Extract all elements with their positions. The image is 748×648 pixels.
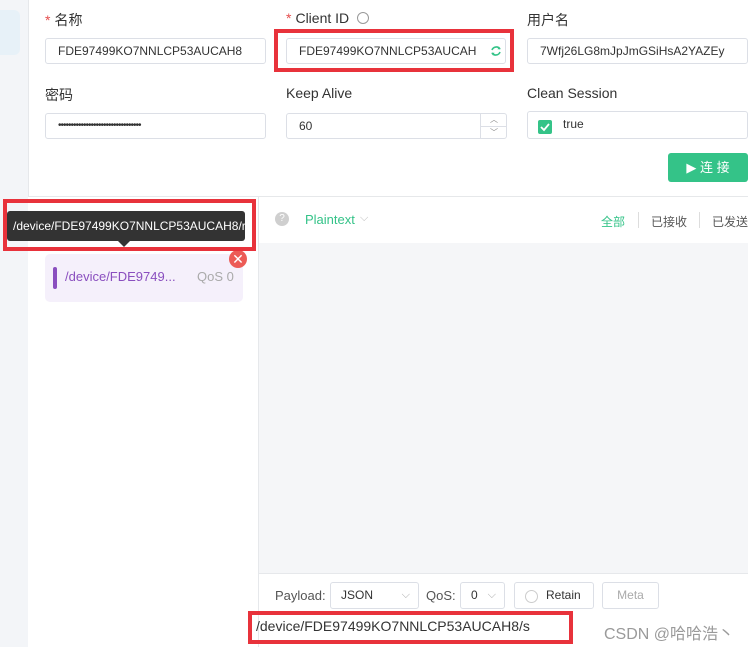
required-mark: * [286,10,292,26]
filter-sent[interactable]: 已发送 [712,213,748,230]
filter-divider [638,212,639,228]
chevron-down-icon[interactable]: ⌵ [360,212,368,225]
password-label: 密码 [45,87,73,103]
filter-all[interactable]: 全部 [601,213,625,230]
username-input[interactable]: 7Wfj26LG8mJpJmGSiHsA2YAZEy [527,38,748,64]
qos-label: QoS: [426,588,456,603]
clean-session-checkbox[interactable] [538,120,552,134]
messages-area [259,243,748,573]
topic-tooltip: /device/FDE97499KO7NNLCP53AUCAH8/r [7,211,245,241]
close-icon[interactable]: ✕ [229,250,247,268]
client-id-label: * Client ID [286,10,370,26]
tooltip-arrow [118,241,130,247]
connect-button[interactable]: ▶ 连 接 [668,153,748,182]
topic-color-bar [53,267,57,289]
keepalive-input[interactable]: 60 [286,113,507,139]
subscription-qos: QoS 0 [197,269,234,284]
help-icon[interactable]: ? [275,212,289,226]
payload-format-select[interactable]: Plaintext [305,212,355,227]
watermark: CSDN @哈哈浩丶 [604,626,735,643]
payload-type-select[interactable]: JSON ⌵ [330,582,419,609]
meta-button[interactable]: Meta [602,582,659,609]
publish-topic-input[interactable]: /device/FDE97499KO7NNLCP53AUCAH8/s [256,618,530,634]
required-mark: * [45,12,51,28]
refresh-icon[interactable] [490,45,502,57]
sidebar-selected-item[interactable] [0,10,20,55]
clock-icon [357,12,370,24]
clean-session-label: Clean Session [527,85,618,101]
retain-radio[interactable] [525,590,538,603]
filter-divider [699,212,700,228]
keepalive-stepper[interactable]: ︿ ﹀ [480,114,507,138]
filter-received[interactable]: 已接收 [651,213,687,230]
payload-label: Payload: [275,588,326,603]
chevron-down-icon: ⌵ [487,589,496,601]
subscription-topic: /device/FDE9749... [65,269,176,284]
client-id-input[interactable]: FDE97499KO7NNLCP53AUCAH [286,38,506,64]
name-label: * 名称 [45,12,83,28]
password-input[interactable]: ••••••••••••••••••••••••••••••••• [45,113,266,139]
chevron-down-icon: ⌵ [401,589,410,601]
chevron-down-icon[interactable]: ﹀ [481,127,507,138]
username-label: 用户名 [527,12,569,28]
retain-toggle[interactable]: Retain [514,582,594,609]
chevron-up-icon[interactable]: ︿ [481,114,507,127]
left-sidebar [0,0,29,647]
keepalive-label: Keep Alive [286,85,353,101]
check-icon [540,123,550,132]
clean-session-field[interactable]: true [527,111,748,139]
qos-select[interactable]: 0 ⌵ [460,582,505,609]
name-input[interactable]: FDE97499KO7NNLCP53AUCAH8 [45,38,266,64]
